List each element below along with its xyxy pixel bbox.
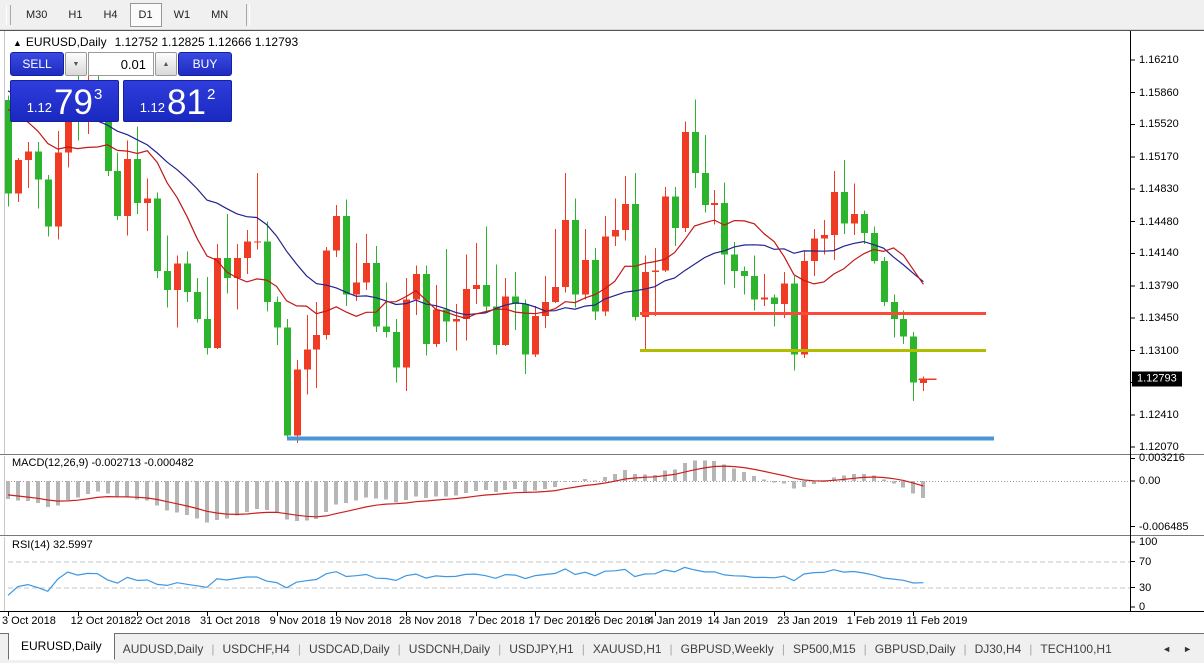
price-axis-tick: 1.15860 — [1139, 86, 1179, 99]
chart-ohlc-values: 1.12752 1.12825 1.12666 1.12793 — [114, 35, 299, 49]
date-axis-tick: 19 Nov 2018 — [329, 615, 392, 627]
timeframe-button-h4[interactable]: H4 — [94, 3, 126, 27]
macd-indicator-label: MACD(12,26,9) -0.002713 -0.000482 — [12, 457, 194, 469]
tab-tech100-h1[interactable]: TECH100,H1 — [1032, 634, 1119, 663]
volume-input[interactable]: 0.01 — [88, 52, 154, 76]
tab-usdchf-h4[interactable]: USDCHF,H4 — [215, 634, 298, 663]
buy-price-sup: 2 — [206, 86, 216, 103]
tab-gbpusd-weekly[interactable]: GBPUSD,Weekly — [673, 634, 782, 663]
buy-price-big: 81 — [167, 83, 206, 122]
timeframe-button-d1[interactable]: D1 — [129, 2, 162, 27]
rsi-axis-tick: 100 — [1139, 536, 1158, 548]
timeframe-toolbar: M30 H1 H4 D1 W1 MN — [0, 0, 1204, 30]
date-axis-tick: 22 Oct 2018 — [130, 615, 191, 627]
symbol-tab-bar: EURUSD,Daily AUDUSD,Daily | USDCHF,H4 | USDCA… — [0, 633, 1204, 663]
macd-axis-tick: -0.006485 — [1139, 520, 1189, 533]
rsi-axis-tick: 30 — [1139, 581, 1152, 594]
tabs-scroll-right-icon[interactable]: ► — [1183, 644, 1192, 654]
current-price-badge: 1.12793 — [1132, 371, 1182, 387]
price-axis-tick: 1.12410 — [1139, 409, 1179, 422]
timeframe-button-w1[interactable]: W1 — [165, 3, 200, 27]
price-axis-tick: 1.15520 — [1139, 118, 1179, 131]
toolbar-grip[interactable] — [6, 4, 11, 25]
date-axis-tick: 11 Feb 2019 — [906, 615, 968, 627]
tab-usdcad-daily[interactable]: USDCAD,Daily — [301, 634, 398, 663]
chart-symbol-label: EURUSD,Daily — [25, 35, 107, 49]
sell-price-big: 79 — [54, 83, 93, 122]
price-axis-tick: 1.16210 — [1139, 54, 1179, 66]
tab-xauusd-h1[interactable]: XAUUSD,H1 — [585, 634, 670, 663]
price-axis-tick: 1.13100 — [1139, 344, 1179, 357]
buy-price-prefix: 1.12 — [139, 100, 166, 115]
date-axis-tick: 26 Dec 2018 — [588, 615, 651, 627]
sell-price-panel[interactable]: 1.12 79 3 — [10, 80, 119, 122]
price-axis-tick: 1.12070 — [1139, 440, 1179, 453]
macd-axis-tick: 0.00 — [1139, 475, 1161, 487]
date-axis-tick: 17 Dec 2018 — [528, 615, 591, 627]
triangle-down-icon: ▼ — [72, 60, 80, 68]
price-axis-tick: 1.13790 — [1139, 280, 1179, 293]
sell-price-prefix: 1.12 — [26, 100, 53, 115]
sell-price-sup: 3 — [93, 86, 103, 103]
tab-usdcnh-daily[interactable]: USDCNH,Daily — [401, 634, 498, 663]
tab-gbpusd-daily[interactable]: GBPUSD,Daily — [867, 634, 964, 663]
timeframe-button-m30[interactable]: M30 — [17, 3, 56, 27]
date-axis-tick: 31 Oct 2018 — [200, 615, 260, 627]
tab-sp500-m15[interactable]: SP500,M15 — [785, 634, 864, 663]
date-axis-tick: 23 Jan 2019 — [777, 615, 838, 627]
volume-increase-button[interactable]: ▲ — [155, 52, 177, 76]
price-axis-tick: 1.14480 — [1139, 215, 1179, 228]
triangle-up-icon: ▲ — [162, 60, 170, 68]
buy-price-panel[interactable]: 1.12 81 2 — [123, 80, 232, 122]
price-axis-tick: 1.14140 — [1139, 247, 1179, 260]
rsi-axis-tick: 70 — [1139, 555, 1152, 568]
tab-scroll-buttons: ◄ ► — [1162, 644, 1204, 654]
symbol-tabs: EURUSD,Daily AUDUSD,Daily | USDCHF,H4 | USDCA… — [8, 633, 1120, 663]
date-axis-tick: 1 Feb 2019 — [846, 615, 903, 627]
price-axis-tick: 1.14830 — [1139, 182, 1179, 195]
price-axis-tick: 1.13450 — [1139, 311, 1179, 324]
chart-window[interactable]: ▲ EURUSD,Daily 1.12752 1.12825 1.12666 1.1… — [0, 30, 1204, 634]
tab-eurusd-daily[interactable]: EURUSD,Daily — [8, 633, 115, 660]
toolbar-separator — [246, 3, 251, 26]
tab-usdjpy-h1[interactable]: USDJPY,H1 — [501, 634, 581, 663]
one-click-trading-widget: SELL ▼ 0.01 ▲ BUY 1.12 79 3 1.12 81 2 — [10, 52, 232, 122]
tabs-scroll-left-icon[interactable]: ◄ — [1162, 644, 1171, 654]
date-axis-tick: 12 Oct 2018 — [70, 615, 131, 627]
timeframe-button-mn[interactable]: MN — [202, 3, 237, 27]
rsi-indicator-label: RSI(14) 32.5997 — [12, 539, 93, 551]
date-axis-tick: 9 Nov 2018 — [269, 615, 326, 627]
sell-button[interactable]: SELL — [10, 52, 64, 76]
buy-button[interactable]: BUY — [178, 52, 232, 76]
date-axis-tick: 28 Nov 2018 — [399, 615, 462, 627]
price-axis-tick: 1.15170 — [1139, 151, 1179, 164]
macd-axis-tick: 0.003216 — [1139, 452, 1185, 465]
tab-dj30-h4[interactable]: DJ30,H4 — [967, 634, 1030, 663]
chart-title: ▲ EURUSD,Daily 1.12752 1.12825 1.12666 1.1… — [13, 35, 298, 49]
timeframe-button-h1[interactable]: H1 — [59, 3, 91, 27]
date-axis-tick: 14 Jan 2019 — [707, 615, 768, 627]
date-axis-tick: 4 Jan 2019 — [647, 615, 703, 627]
volume-decrease-button[interactable]: ▼ — [65, 52, 87, 76]
rsi-axis-tick: 0 — [1139, 601, 1146, 613]
date-axis-tick: 7 Dec 2018 — [468, 615, 525, 627]
date-axis-tick: 3 Oct 2018 — [2, 615, 56, 627]
timeframe-buttons: M30 H1 H4 D1 W1 MN — [17, 0, 240, 29]
collapse-chart-icon[interactable]: ▲ — [13, 38, 22, 48]
tab-audusd-daily[interactable]: AUDUSD,Daily — [115, 634, 212, 663]
